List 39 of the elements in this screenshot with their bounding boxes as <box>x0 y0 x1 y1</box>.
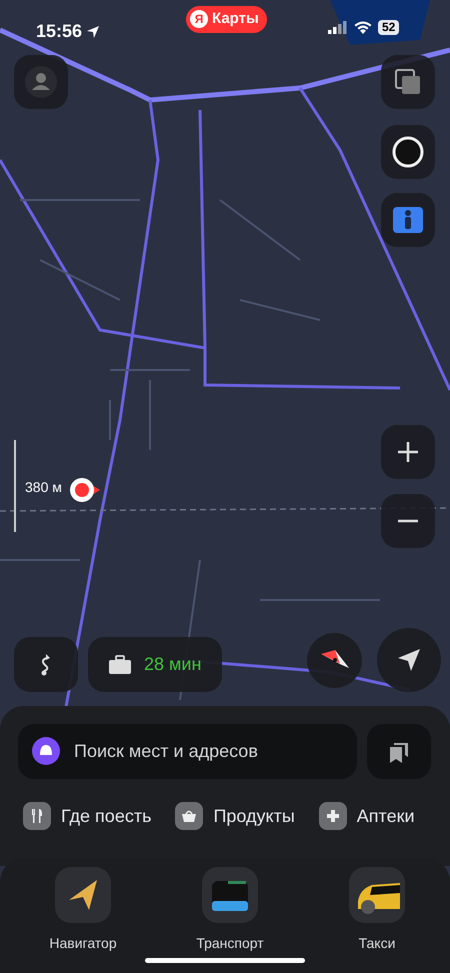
app-name: Карты <box>212 9 260 29</box>
category-chip[interactable]: Где поесть <box>23 802 152 830</box>
plus-icon <box>397 441 419 463</box>
route-icon <box>40 653 52 676</box>
zoom-out-button[interactable] <box>381 494 435 548</box>
signal-icon <box>328 21 348 34</box>
briefcase-icon <box>108 654 132 674</box>
theme-button[interactable] <box>381 125 435 179</box>
app-shortcut[interactable]: Транспорт <box>177 867 283 954</box>
layers-icon <box>394 68 422 96</box>
zoom-in-button[interactable] <box>381 425 435 479</box>
battery-level: 52 <box>378 20 400 35</box>
bookmarks-icon <box>388 740 410 762</box>
basket-icon <box>181 809 198 823</box>
scale-label: 380 м <box>25 478 62 497</box>
profile-button[interactable] <box>14 55 68 109</box>
fork-knife-icon <box>30 808 44 824</box>
app-shortcut[interactable]: Навигатор <box>30 867 136 954</box>
arrow-icon <box>67 878 99 912</box>
category-chip[interactable]: Аптеки <box>318 802 415 830</box>
wifi-icon <box>354 21 372 34</box>
category-chip[interactable]: Продукты <box>175 802 295 830</box>
route-button[interactable] <box>14 637 78 692</box>
location-arrow-icon <box>86 24 100 38</box>
person-icon <box>25 66 57 98</box>
commute-button[interactable]: 28 мин <box>88 637 222 692</box>
minus-icon <box>397 519 419 523</box>
circle-icon <box>392 136 424 168</box>
clock-time: 15:56 <box>36 20 82 43</box>
bookmarks-button[interactable] <box>367 724 431 779</box>
location-arrow-icon <box>397 648 421 672</box>
panorama-button[interactable] <box>381 193 435 247</box>
search-field[interactable]: Поиск мест и адресов <box>18 724 357 779</box>
logo-icon: Я <box>190 10 208 28</box>
plus-icon <box>326 809 340 823</box>
app-shortcut[interactable]: Такси <box>324 867 430 954</box>
location-marker-icon <box>70 477 100 503</box>
layers-button[interactable] <box>381 55 435 109</box>
assistant-icon <box>32 737 60 765</box>
